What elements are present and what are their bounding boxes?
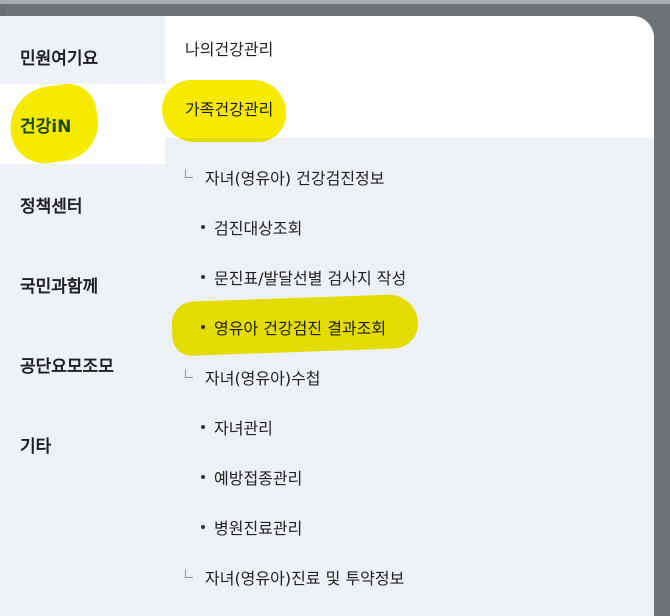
submenu-area: 나의건강관리 가족건강관리 자녀(영유아) 건강검진정보 검진대상조회 문진표/… <box>165 16 654 616</box>
menu-family-health[interactable]: 가족건강관리 <box>185 96 273 120</box>
bullet-icon <box>201 425 205 429</box>
bullet-icon <box>201 275 205 279</box>
menu-checkup-target-label: 검진대상조회 <box>214 219 303 238</box>
bullet-icon <box>201 475 205 479</box>
sitemap-menu-panel: 민원여기요 건강iN 정책센터 국민과함께 공단요모조모 기타 나의건강관리 가… <box>0 16 654 616</box>
menu-hospital-visits[interactable]: 병원진료관리 <box>201 515 302 539</box>
menu-vaccination-label: 예방접종관리 <box>214 469 303 488</box>
category-sidebar: 민원여기요 건강iN 정책센터 국민과함께 공단요모조모 기타 <box>0 16 166 616</box>
tree-branch-icon <box>185 170 193 178</box>
menu-vaccination[interactable]: 예방접종관리 <box>201 465 302 489</box>
submenu-child-treatment[interactable]: 자녀(영유아)진료 및 투약정보 <box>185 565 404 589</box>
bullet-icon <box>201 525 205 529</box>
submenu-child-handbook-label: 자녀(영유아)수첩 <box>205 369 321 388</box>
menu-questionnaire-label: 문진표/발달선별 검사지 작성 <box>214 269 407 288</box>
menu-checkup-target[interactable]: 검진대상조회 <box>201 215 302 239</box>
submenu-child-checkup-label: 자녀(영유아) 건강검진정보 <box>205 169 385 188</box>
menu-hospital-visits-label: 병원진료관리 <box>214 519 303 538</box>
tree-branch-icon <box>185 370 193 378</box>
tree-branch-icon <box>185 570 193 578</box>
bullet-icon <box>201 225 205 229</box>
sidebar-item-nhis-info[interactable]: 공단요모조모 <box>0 324 165 404</box>
sidebar-item-with-public[interactable]: 국민과함께 <box>0 244 165 324</box>
sidebar-item-policy-center[interactable]: 정책센터 <box>0 164 165 244</box>
menu-questionnaire[interactable]: 문진표/발달선별 검사지 작성 <box>201 265 406 289</box>
window-top-edge <box>0 0 670 4</box>
bullet-icon <box>201 325 205 329</box>
menu-checkup-result-label: 영유아 건강검진 결과조회 <box>214 319 387 338</box>
sidebar-item-etc[interactable]: 기타 <box>0 404 165 484</box>
submenu-child-handbook[interactable]: 자녀(영유아)수첩 <box>185 365 321 389</box>
sidebar-item-health-in[interactable]: 건강iN <box>0 84 165 164</box>
menu-child-management-label: 자녀관리 <box>214 419 273 438</box>
submenu-child-treatment-label: 자녀(영유아)진료 및 투약정보 <box>205 569 405 588</box>
menu-checkup-result[interactable]: 영유아 건강검진 결과조회 <box>201 315 386 339</box>
submenu-child-checkup[interactable]: 자녀(영유아) 건강검진정보 <box>185 165 385 189</box>
menu-my-health[interactable]: 나의건강관리 <box>185 36 273 60</box>
menu-child-management[interactable]: 자녀관리 <box>201 415 273 439</box>
